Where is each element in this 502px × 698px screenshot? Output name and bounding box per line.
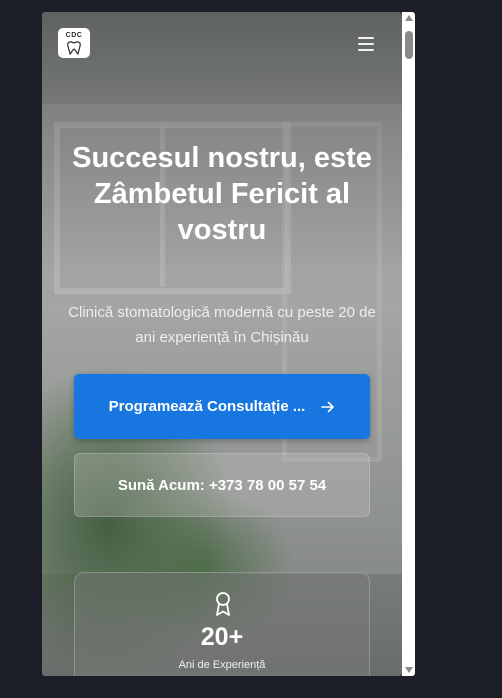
hamburger-icon-line: [358, 37, 374, 39]
hero-subtitle: Clinică stomatologică modernă cu peste 2…: [68, 304, 376, 346]
scroll-down-arrow-icon[interactable]: [405, 667, 413, 673]
book-consultation-label: Programează Consultație ...: [108, 398, 306, 415]
scroll-thumb[interactable]: [405, 31, 413, 59]
tooth-icon: [67, 41, 81, 55]
book-consultation-button[interactable]: Programează Consultație ...: [74, 374, 370, 439]
clinic-logo[interactable]: CDC: [58, 28, 90, 58]
experience-stat-card: 20+ Ani de Experiență: [74, 572, 370, 676]
hamburger-icon-line: [358, 43, 374, 45]
vertical-scrollbar[interactable]: [402, 12, 415, 676]
stat-value: 20+: [200, 623, 244, 651]
hamburger-icon-line: [358, 49, 374, 51]
site-header: CDC: [42, 12, 402, 72]
scroll-up-arrow-icon[interactable]: [405, 15, 413, 21]
award-icon: [216, 592, 230, 616]
hero-title: Succesul nostru, este Zâmbetul Fericit a…: [72, 142, 372, 246]
call-now-button[interactable]: Sună Acum: +373 78 00 57 54: [74, 453, 370, 517]
call-now-label: Sună Acum: +373 78 00 57 54: [117, 476, 327, 494]
arrow-right-icon: [321, 401, 335, 412]
stat-label: Ani de Experiență: [178, 659, 266, 671]
hamburger-menu-button[interactable]: [358, 37, 374, 51]
browser-viewport: CDC Succesul nostru, este Zâmbetul Feric…: [42, 12, 402, 676]
logo-text: CDC: [65, 32, 83, 39]
